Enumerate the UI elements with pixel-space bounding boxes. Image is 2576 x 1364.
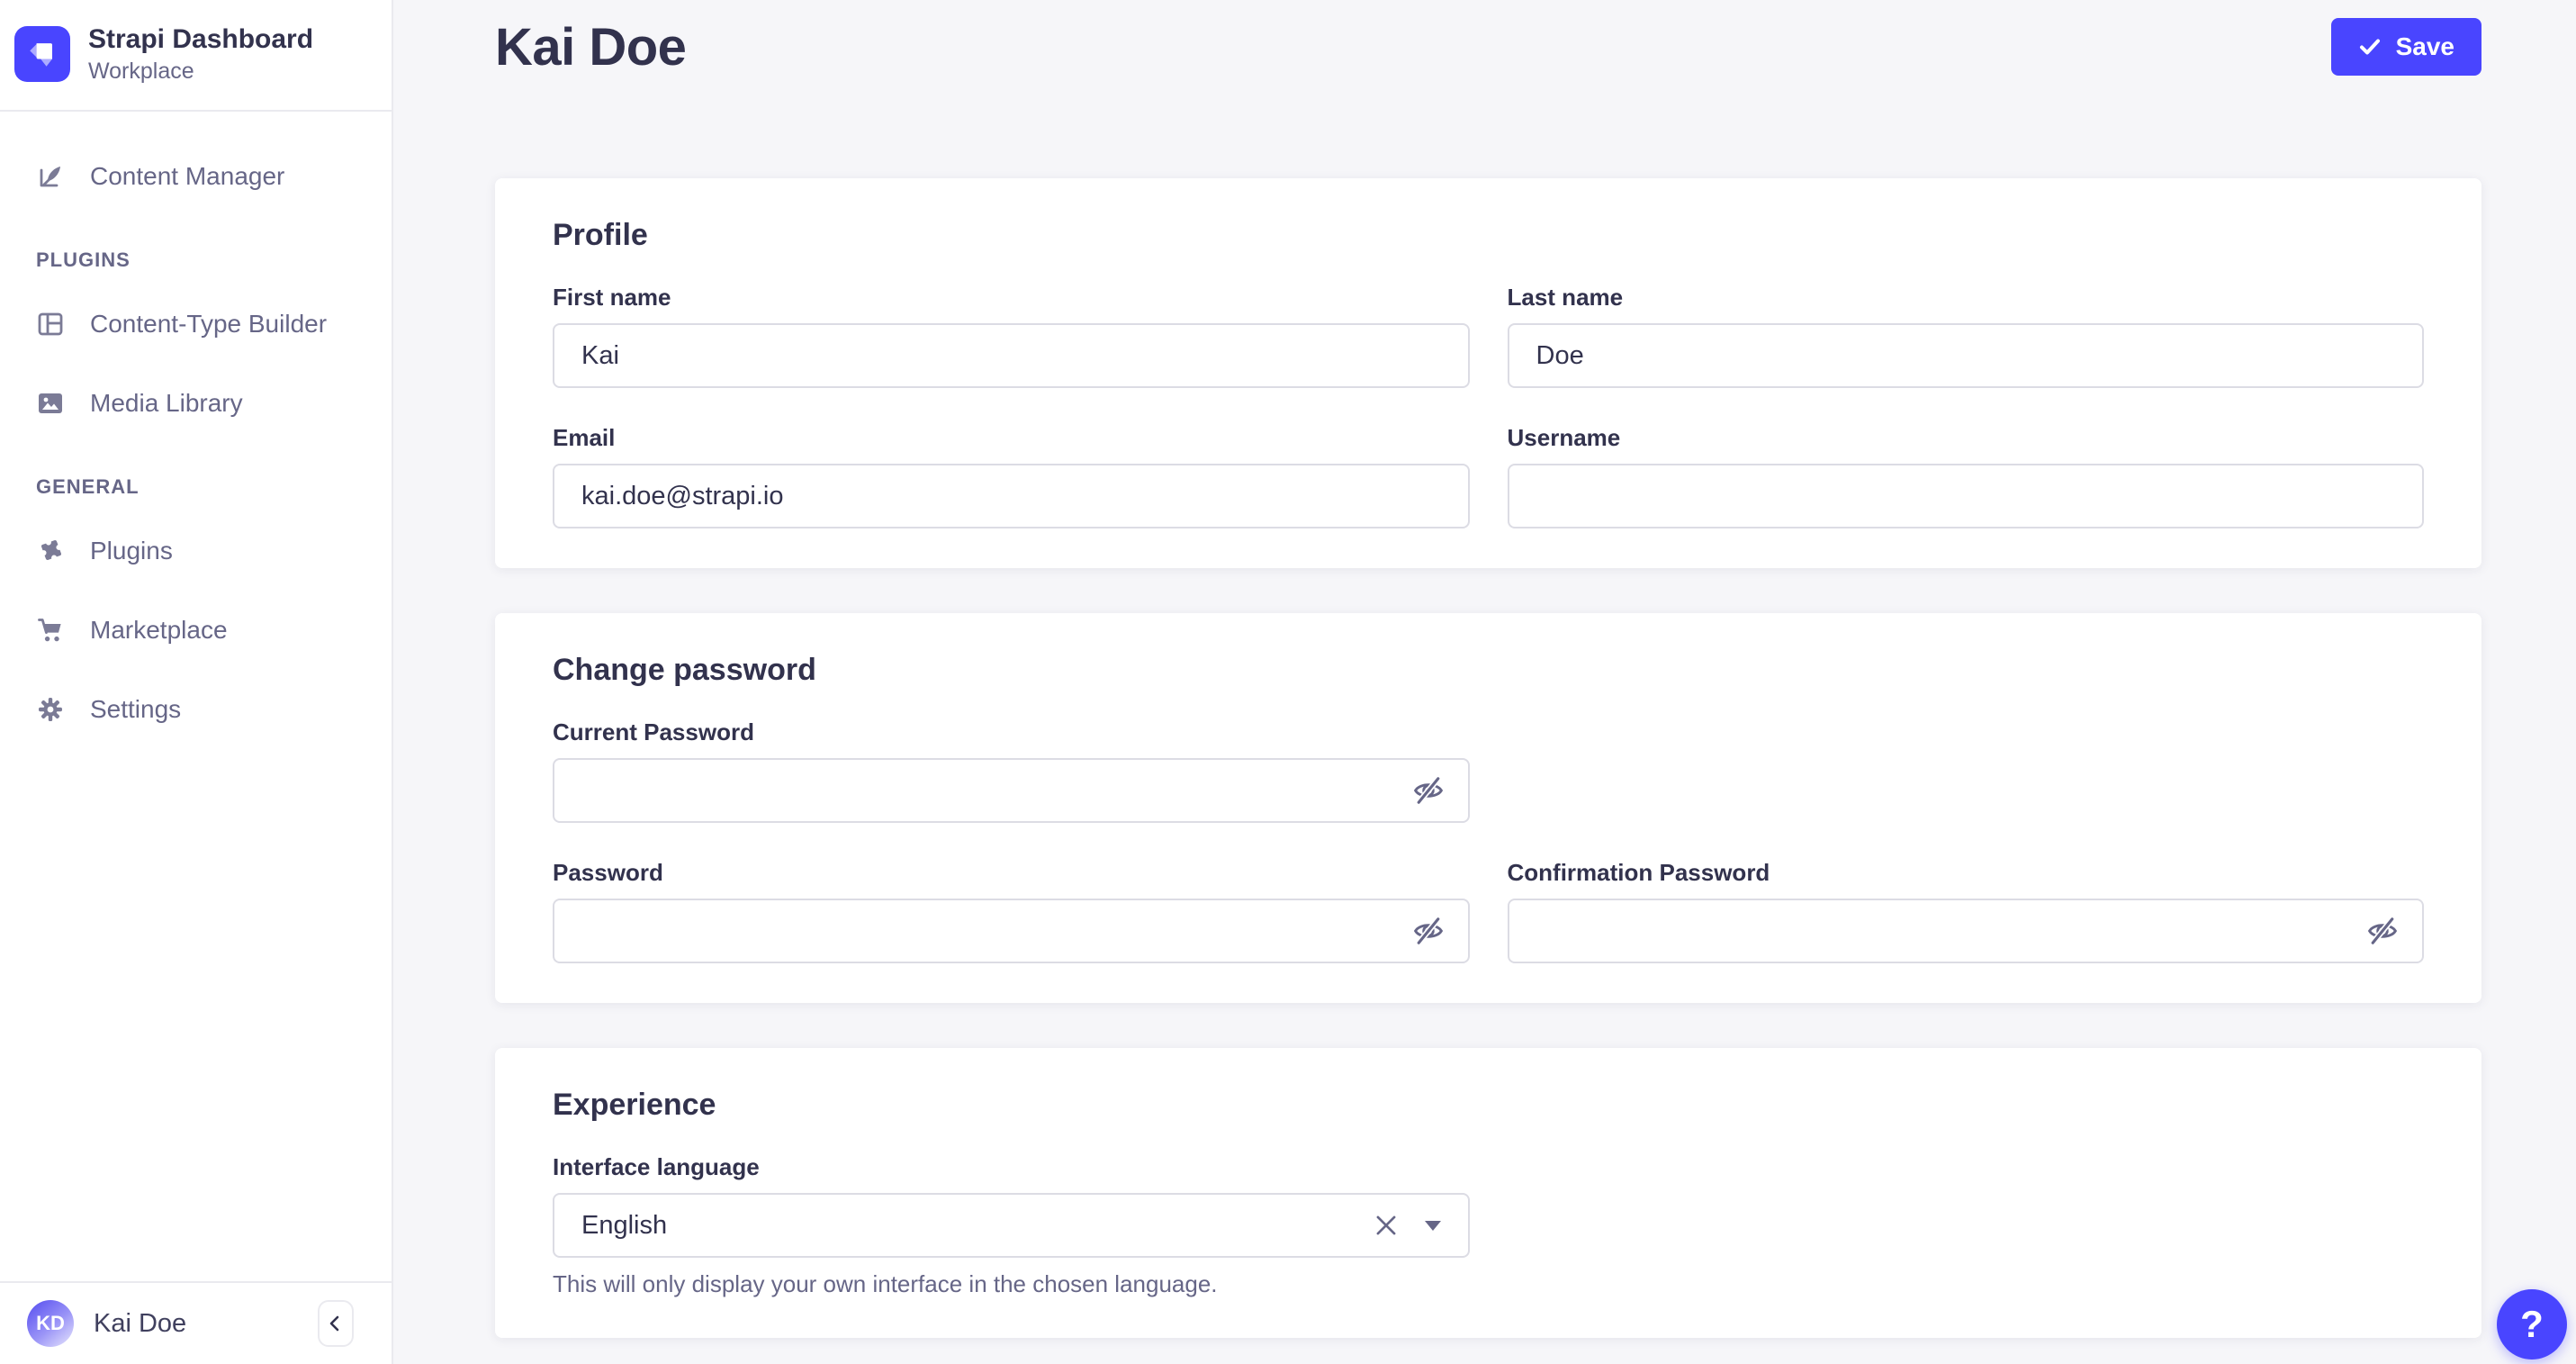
last-name-label: Last name: [1508, 284, 2425, 311]
puzzle-piece-icon: [36, 537, 65, 565]
sidebar-item-content-type-builder[interactable]: Content-Type Builder: [0, 285, 392, 364]
sidebar-footer: KD Kai Doe: [0, 1281, 392, 1364]
avatar-initials: KD: [36, 1312, 65, 1335]
interface-language-value: English: [581, 1211, 667, 1241]
sidebar-section-plugins: PLUGINS: [0, 248, 392, 272]
workspace-name: Workplace: [88, 59, 313, 85]
chevron-down-icon[interactable]: [1425, 1221, 1441, 1231]
username-input[interactable]: [1508, 464, 2425, 528]
eye-off-icon: [1412, 915, 1445, 947]
collapse-sidebar-button[interactable]: [318, 1300, 354, 1347]
chevron-left-icon: [325, 1313, 347, 1334]
brand-text: Strapi Dashboard Workplace: [88, 23, 313, 85]
strapi-logo-icon: [14, 26, 70, 82]
new-password-input[interactable]: [553, 899, 1470, 963]
experience-card-title: Experience: [553, 1088, 2424, 1123]
interface-language-hint: This will only display your own interfac…: [553, 1270, 1470, 1298]
sidebar-item-label: Marketplace: [90, 616, 228, 645]
profile-card-title: Profile: [553, 218, 2424, 253]
app-name: Strapi Dashboard: [88, 23, 313, 56]
page-header: Kai Doe Save: [495, 13, 2481, 83]
sidebar-item-media-library[interactable]: Media Library: [0, 364, 392, 443]
main-content: Kai Doe Save Profile First name Last n: [393, 0, 2576, 1364]
sidebar: Strapi Dashboard Workplace Content Manag…: [0, 0, 393, 1364]
first-name-label: First name: [553, 284, 1470, 311]
email-label: Email: [553, 424, 1470, 451]
first-name-field: First name: [553, 284, 1470, 388]
user-name: Kai Doe: [94, 1309, 300, 1339]
last-name-input[interactable]: [1508, 323, 2425, 388]
confirm-password-label: Confirmation Password: [1508, 859, 2425, 886]
sidebar-item-label: Plugins: [90, 537, 173, 565]
interface-language-select[interactable]: English: [553, 1193, 1470, 1258]
shopping-cart-icon: [36, 616, 65, 645]
save-button-label: Save: [2396, 32, 2454, 61]
layout-grid-icon: [36, 310, 65, 339]
interface-language-label: Interface language: [553, 1153, 1470, 1180]
change-password-card: Change password Current Password: [495, 613, 2481, 1003]
toggle-password-visibility-button[interactable]: [1409, 911, 1448, 951]
check-icon: [2358, 35, 2382, 59]
toggle-password-visibility-button[interactable]: [1409, 771, 1448, 810]
strapi-admin-app: Strapi Dashboard Workplace Content Manag…: [0, 0, 2576, 1364]
sidebar-nav: Content Manager PLUGINS Content-Type Bui…: [0, 112, 392, 1281]
eye-off-icon: [1412, 774, 1445, 807]
feather-pen-icon: [36, 162, 65, 191]
last-name-field: Last name: [1508, 284, 2425, 388]
clear-selection-button[interactable]: [1371, 1210, 1401, 1241]
current-password-label: Current Password: [553, 718, 1470, 745]
profile-card: Profile First name Last name Email Usern…: [495, 178, 2481, 568]
confirm-password-field: Confirmation Password: [1508, 859, 2425, 963]
toggle-password-visibility-button[interactable]: [2363, 911, 2402, 951]
change-password-card-title: Change password: [553, 653, 2424, 688]
email-input[interactable]: [553, 464, 1470, 528]
sidebar-item-label: Media Library: [90, 389, 243, 418]
current-password-input[interactable]: [553, 758, 1470, 823]
email-field: Email: [553, 424, 1470, 528]
sidebar-item-label: Settings: [90, 695, 181, 724]
question-mark-icon: ?: [2520, 1303, 2544, 1346]
picture-icon: [36, 389, 65, 418]
experience-card: Experience Interface language English: [495, 1048, 2481, 1338]
new-password-field: Password: [553, 859, 1470, 963]
sidebar-item-content-manager[interactable]: Content Manager: [0, 137, 392, 216]
sidebar-item-plugins[interactable]: Plugins: [0, 511, 392, 591]
current-password-field: Current Password: [553, 718, 1470, 823]
close-icon: [1371, 1210, 1401, 1241]
sidebar-item-marketplace[interactable]: Marketplace: [0, 591, 392, 670]
username-label: Username: [1508, 424, 2425, 451]
first-name-input[interactable]: [553, 323, 1470, 388]
sidebar-section-general: GENERAL: [0, 475, 392, 499]
sidebar-item-settings[interactable]: Settings: [0, 670, 392, 749]
username-field: Username: [1508, 424, 2425, 528]
help-button[interactable]: ?: [2497, 1289, 2567, 1359]
new-password-label: Password: [553, 859, 1470, 886]
eye-off-icon: [2366, 915, 2399, 947]
sidebar-item-label: Content-Type Builder: [90, 310, 327, 339]
user-avatar[interactable]: KD: [27, 1300, 74, 1347]
confirm-password-input[interactable]: [1508, 899, 2425, 963]
workspace-switcher[interactable]: Strapi Dashboard Workplace: [0, 0, 392, 112]
interface-language-field: Interface language English: [553, 1153, 1470, 1298]
page-title: Kai Doe: [495, 13, 686, 83]
save-button[interactable]: Save: [2331, 18, 2481, 76]
gear-icon: [36, 695, 65, 724]
sidebar-item-label: Content Manager: [90, 162, 284, 191]
